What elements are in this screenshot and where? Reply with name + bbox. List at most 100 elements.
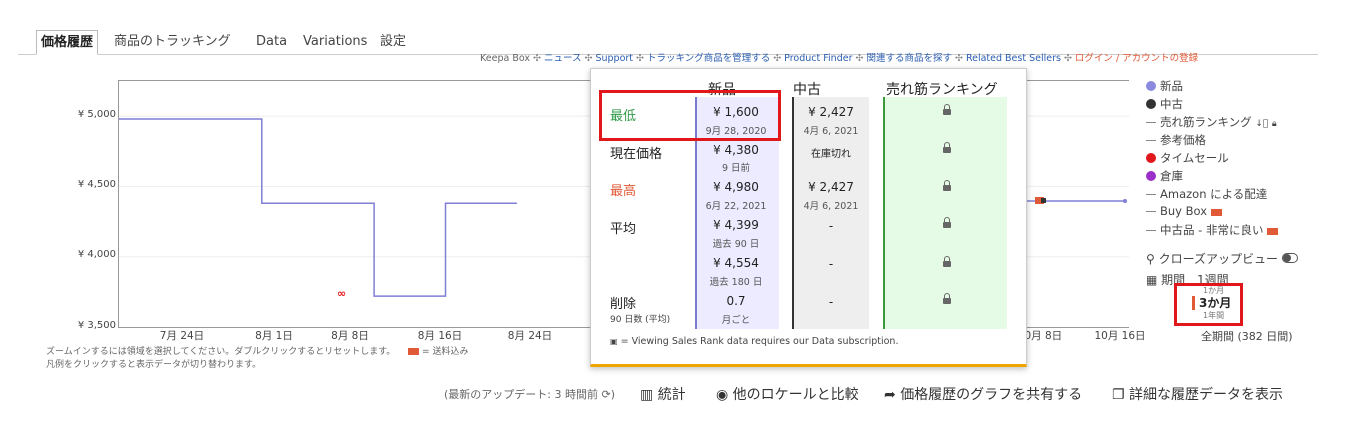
related-products-link[interactable]: 関連する商品を探す — [866, 53, 952, 64]
x-tick: 8月 24日 — [507, 330, 553, 342]
tab-settings[interactable]: 設定 — [376, 30, 410, 53]
x-tick: 8月 1日 — [255, 330, 293, 342]
refresh-icon[interactable]: ⟳) — [602, 388, 616, 401]
lock-icon — [943, 293, 951, 304]
x-tick: 10月 16日 — [1094, 330, 1146, 342]
legend-item-new[interactable]: 新品 — [1146, 78, 1278, 96]
tab-variations[interactable]: Variations — [299, 30, 371, 53]
used-highest-value: ¥ 2,427 — [808, 180, 854, 194]
period-all[interactable]: 全期間 (382 日間) — [1201, 328, 1293, 344]
truck-icon — [408, 348, 420, 355]
last-update-status: (最新のアップデート: 3 時間前 ⟳) — [444, 388, 616, 401]
x-tick: 8月 16日 — [417, 330, 463, 342]
new-highest-date: 6月 22, 2021 — [705, 201, 767, 212]
new-current-value: ¥ 4,380 — [713, 143, 759, 157]
lock-icon — [943, 142, 951, 153]
row-label-highest: 最高 — [610, 184, 637, 199]
new-avg180-sub: 過去 180 日 — [709, 277, 763, 288]
tab-tracking[interactable]: 商品のトラッキング — [110, 30, 235, 53]
lock-icon — [943, 180, 951, 191]
legend: 新品 中古 売れ筋ランキング ↓⃒ 🔒︎ 参考価格 タイムセール 倉庫 Amaz… — [1146, 78, 1279, 240]
row-label-drops-sub: 90 日数 (平均) — [610, 315, 671, 325]
new-avg90-sub: 過去 90 日 — [712, 239, 760, 250]
copy-icon: ❐ — [1112, 387, 1125, 403]
row-label-current: 現在価格 — [610, 147, 663, 162]
share-graph-button[interactable]: ➦ 価格履歴のグラフを共有する — [884, 384, 1082, 404]
x-tick: 7月 24日 — [159, 330, 205, 342]
lowest-highlight-box — [599, 90, 781, 141]
y-tick: ¥ 4,500 — [77, 179, 116, 190]
legend-item-warehouse[interactable]: 倉庫 — [1146, 168, 1278, 186]
legend-item-used-very-good[interactable]: 中古品 - 非常に良い — [1146, 222, 1279, 240]
lock-icon — [943, 104, 951, 115]
subscription-note: ▣ = Viewing Sales Rank data requires our… — [610, 336, 899, 347]
used-drops-value: - — [828, 295, 834, 309]
legend-item-list-price[interactable]: 参考価格 — [1146, 132, 1278, 150]
legend-hint: 凡例をクリックすると表示データが切り替わります。 — [46, 360, 262, 370]
closeup-toggle[interactable]: ⚲ クローズアップビュー — [1146, 250, 1298, 267]
legend-dash-icon — [1146, 122, 1156, 123]
news-link[interactable]: ニュース — [544, 53, 582, 64]
new-drops-sub: 月ごと — [721, 315, 751, 326]
used-lowest-date: 4月 6, 2021 — [803, 126, 859, 137]
detailed-history-button[interactable]: ❐ 詳細な履歴データを表示 — [1112, 384, 1283, 404]
header-used: 中古 — [793, 82, 821, 98]
legend-dash-icon — [1146, 194, 1156, 195]
legend-dash-icon — [1146, 140, 1156, 141]
top-links: Keepa Box ✣ ニュース ✣ Support ✣ トラッキング商品を管理する ✣ Pro… — [480, 53, 1199, 64]
new-avg180-value: ¥ 4,554 — [713, 256, 759, 270]
row-label-drops: 削除 — [610, 297, 637, 312]
legend-dash-icon — [1146, 230, 1156, 231]
new-current-sub: 9 日前 — [721, 163, 751, 174]
keepa-box-label: Keepa Box — [480, 53, 530, 64]
lock-icon: 🔒︎ — [1271, 119, 1277, 129]
login-link[interactable]: ログイン / アカウントの登録 — [1075, 53, 1198, 64]
y-tick: ¥ 3,500 — [77, 320, 116, 331]
legend-dot-icon — [1146, 99, 1156, 109]
row-label-average: 平均 — [610, 222, 637, 237]
zoom-hint: ズームインするには領域を選択してください。ダブルクリックするとリセットします。 … — [46, 347, 469, 357]
lightning-deal-icon[interactable]: ∞ — [337, 287, 346, 300]
sort-icon: ↓⃒ — [1255, 119, 1269, 129]
used-avg180-value: - — [828, 257, 834, 271]
truck-icon — [1267, 228, 1279, 235]
series-line-new — [119, 118, 517, 297]
tab-data[interactable]: Data — [252, 30, 291, 53]
x-tick: 8月 8日 — [331, 330, 369, 342]
share-arrow-icon: ➦ — [884, 387, 896, 403]
lock-icon — [943, 217, 951, 228]
legend-dot-icon — [1146, 153, 1156, 163]
support-link[interactable]: Support — [595, 53, 633, 64]
lock-icon: ▣ — [610, 337, 618, 346]
calendar-icon: ▦ — [1146, 273, 1158, 287]
legend-item-lightning-deal[interactable]: タイムセール — [1146, 150, 1278, 168]
new-highest-value: ¥ 4,980 — [713, 180, 759, 194]
bar-chart-icon: ▥ — [640, 387, 654, 403]
legend-item-amazon-delivery[interactable]: Amazon による配達 — [1146, 186, 1278, 204]
tab-price-history[interactable]: 価格履歴 — [36, 30, 99, 55]
period-highlight-box — [1174, 283, 1243, 326]
legend-item-used[interactable]: 中古 — [1146, 96, 1278, 114]
used-current-value: 在庫切れ — [811, 149, 851, 160]
new-drops-value: 0.7 — [726, 294, 746, 308]
used-avg90-value: - — [828, 219, 834, 233]
chart-series-tail — [1025, 197, 1127, 204]
new-avg90-value: ¥ 4,399 — [713, 218, 759, 232]
legend-item-buy-box[interactable]: Buy Box — [1146, 204, 1278, 222]
stats-popup: 新品 中古 売れ筋ランキング 最低 ¥ 1,600 9月 28, 2020 ¥ … — [590, 68, 1027, 367]
product-finder-link[interactable]: Product Finder — [784, 53, 852, 64]
legend-dot-icon — [1146, 171, 1156, 181]
used-highest-date: 4月 6, 2021 — [803, 201, 859, 212]
manage-tracking-link[interactable]: トラッキング商品を管理する — [647, 53, 770, 64]
y-tick: ¥ 5,000 — [77, 109, 116, 120]
globe-icon: ◉ — [716, 387, 729, 403]
related-best-sellers-link[interactable]: Related Best Sellers — [966, 53, 1061, 64]
truck-icon — [1210, 209, 1222, 216]
legend-dot-icon — [1146, 81, 1156, 91]
legend-item-sales-rank[interactable]: 売れ筋ランキング ↓⃒ 🔒︎ — [1146, 114, 1278, 132]
compare-locales-button[interactable]: ◉ 他のロケールと比較 — [716, 384, 859, 404]
used-lowest-value: ¥ 2,427 — [808, 105, 854, 119]
legend-dash-icon — [1146, 211, 1156, 212]
stats-button[interactable]: ▥ 統計 — [640, 384, 686, 404]
y-tick: ¥ 4,000 — [77, 249, 116, 260]
